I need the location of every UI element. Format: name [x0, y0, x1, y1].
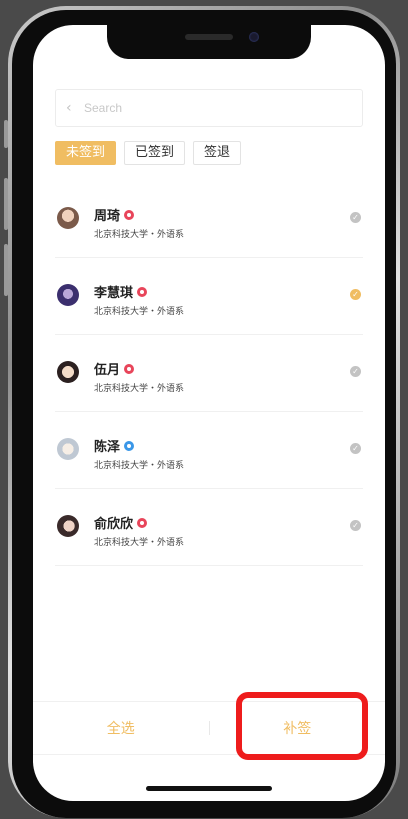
student-school: 北京科技大学・外语系: [94, 461, 185, 471]
avatar: [57, 438, 79, 460]
search-bar[interactable]: ‹: [55, 89, 363, 127]
tab-signed[interactable]: 已签到: [124, 141, 186, 165]
list-item[interactable]: 伍月 北京科技大学・外语系 ✓: [55, 335, 363, 412]
list-item[interactable]: 李慧琪 北京科技大学・外语系 ✓: [55, 258, 363, 335]
list-item[interactable]: 陈泽 北京科技大学・外语系 ✓: [55, 412, 363, 489]
student-name: 陈泽: [94, 440, 121, 455]
female-icon: [137, 517, 148, 528]
list-item[interactable]: 俞欣欣 北京科技大学・外语系 ✓: [55, 489, 363, 566]
male-icon: [124, 440, 135, 451]
student-name: 伍月: [94, 363, 121, 378]
highlight-box: [236, 692, 368, 760]
check-icon[interactable]: ✓: [350, 212, 361, 223]
check-icon[interactable]: ✓: [350, 443, 361, 454]
student-name: 周琦: [94, 209, 121, 224]
side-button: [4, 120, 8, 148]
select-all-button[interactable]: 全选: [33, 718, 209, 738]
speaker: [185, 34, 233, 40]
student-school: 北京科技大学・外语系: [94, 384, 185, 394]
student-name: 李慧琪: [94, 286, 134, 301]
student-list: 周琦 北京科技大学・外语系 ✓ 李慧琪 北京科技大学・外语系 ✓ 伍月 北京科技…: [55, 181, 363, 566]
student-school: 北京科技大学・外语系: [94, 230, 185, 240]
female-icon: [124, 209, 135, 220]
student-school: 北京科技大学・外语系: [94, 538, 185, 548]
status-tabs: 未签到 已签到 签退: [55, 141, 249, 165]
student-school: 北京科技大学・外语系: [94, 307, 185, 317]
check-icon[interactable]: ✓: [350, 520, 361, 531]
check-icon[interactable]: ✓: [350, 366, 361, 377]
search-input[interactable]: [84, 101, 324, 115]
back-chevron-icon[interactable]: ‹: [66, 100, 84, 116]
side-button: [4, 244, 8, 296]
avatar: [57, 207, 79, 229]
tab-sign-out[interactable]: 签退: [193, 141, 242, 165]
camera: [249, 32, 259, 42]
notch: [107, 25, 311, 59]
avatar: [57, 361, 79, 383]
avatar: [57, 284, 79, 306]
app-screen: ‹ 未签到 已签到 签退 周琦 北京科技大学・外语系 ✓ 李慧琪 北京科技大学・…: [33, 25, 385, 801]
student-name: 俞欣欣: [94, 517, 134, 532]
female-icon: [137, 286, 148, 297]
side-button: [4, 178, 8, 230]
female-icon: [124, 363, 135, 374]
student-name-wrap: 李慧琪: [94, 282, 148, 301]
tab-not-signed[interactable]: 未签到: [55, 141, 117, 165]
home-indicator: [146, 786, 272, 791]
list-item[interactable]: 周琦 北京科技大学・外语系 ✓: [55, 181, 363, 258]
student-name-wrap: 伍月: [94, 359, 135, 378]
student-name-wrap: 周琦: [94, 205, 135, 224]
check-icon[interactable]: ✓: [350, 289, 361, 300]
student-name-wrap: 俞欣欣: [94, 513, 148, 532]
student-name-wrap: 陈泽: [94, 436, 135, 455]
avatar: [57, 515, 79, 537]
